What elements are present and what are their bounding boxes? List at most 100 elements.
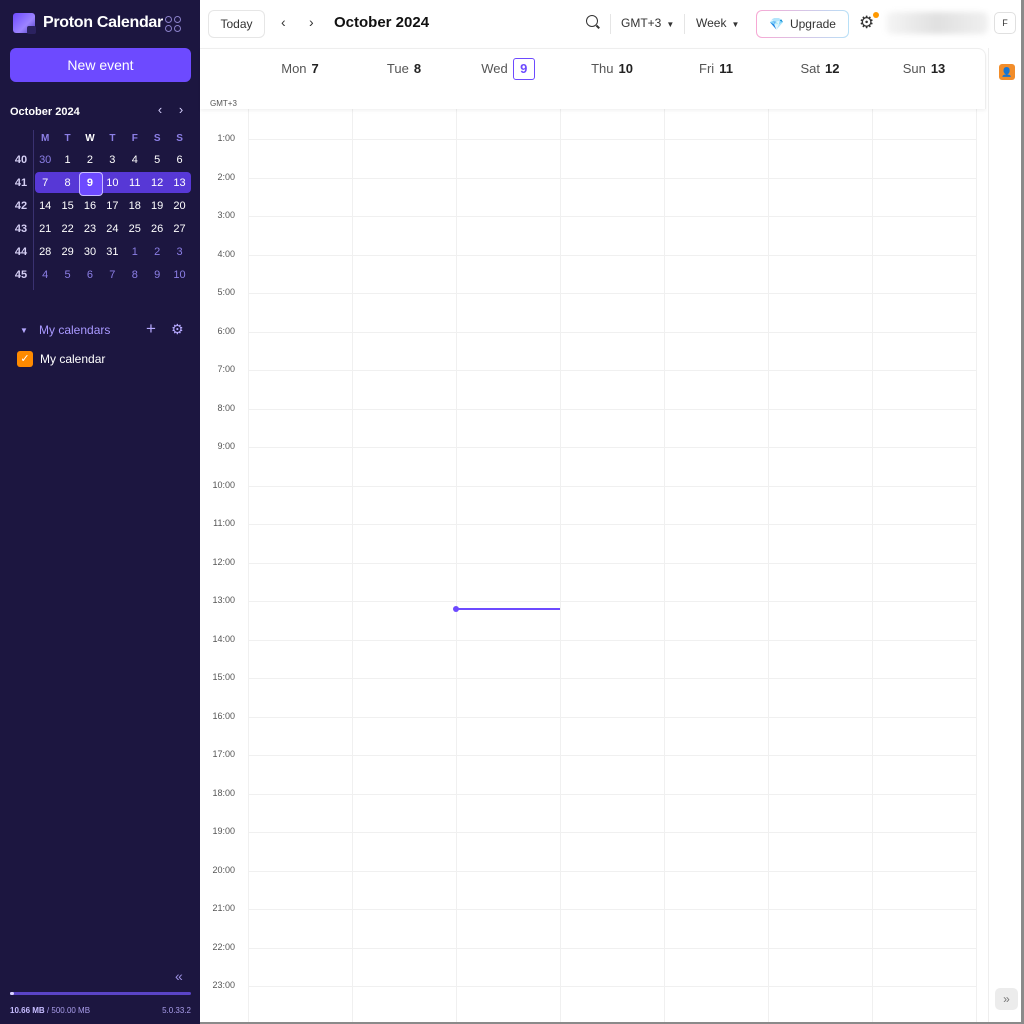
day-header[interactable]: Sun 13 xyxy=(872,58,976,80)
mini-calendar-day[interactable]: 2 xyxy=(146,242,168,262)
mini-calendar-day[interactable]: 16 xyxy=(79,196,101,216)
calendar-checkbox-icon[interactable]: ✓ xyxy=(17,351,33,367)
mini-calendar-day[interactable]: 6 xyxy=(79,265,101,285)
day-header[interactable]: Wed 9 xyxy=(456,58,560,80)
upgrade-button[interactable]: 💎 Upgrade xyxy=(756,10,849,38)
right-rail: 👤 » xyxy=(988,48,1024,1024)
day-header[interactable]: Mon 7 xyxy=(248,58,352,80)
mini-calendar-day[interactable]: 19 xyxy=(146,196,168,216)
apps-grid-icon[interactable] xyxy=(165,16,181,32)
day-header[interactable]: Sat 12 xyxy=(768,58,872,80)
day-name: Sat xyxy=(800,61,821,76)
hour-label: 2:00 xyxy=(217,171,235,182)
avatar[interactable]: F xyxy=(994,12,1016,34)
hour-line xyxy=(248,485,977,487)
mini-calendar-day[interactable]: 10 xyxy=(168,265,190,285)
view-value: Week xyxy=(696,16,727,30)
mini-calendar-day[interactable]: 7 xyxy=(101,265,123,285)
day-header[interactable]: Tue 8 xyxy=(352,58,456,80)
my-calendars-header[interactable]: ▼ My calendars + ⚙ xyxy=(20,319,190,339)
mini-calendar-day[interactable]: 12 xyxy=(146,173,168,193)
mini-calendar-day[interactable]: 4 xyxy=(124,150,146,170)
week-grid[interactable]: 1:00 2:00 3:00 4:00 5:00 6:00 7:00 8:00 9:00 10:0… xyxy=(200,109,988,1024)
previous-week-icon[interactable]: ‹ xyxy=(281,14,286,30)
timezone-select[interactable]: GMT+3 ▼ xyxy=(621,16,674,30)
storage-progress-bar xyxy=(10,992,191,995)
logo[interactable]: Proton Calendar xyxy=(13,13,163,34)
mini-calendar-day[interactable]: 21 xyxy=(34,219,56,239)
mini-calendar-day[interactable]: 4 xyxy=(34,265,56,285)
day-column-divider xyxy=(768,109,769,1024)
today-button[interactable]: Today xyxy=(208,10,265,38)
mini-calendar-day[interactable]: 11 xyxy=(124,173,146,193)
mini-calendar-day[interactable]: 8 xyxy=(56,173,78,193)
day-column-divider xyxy=(456,109,457,1024)
caret-down-icon: ▼ xyxy=(666,20,675,29)
mini-calendar-day[interactable]: 3 xyxy=(168,242,190,262)
mini-calendar-day[interactable]: 26 xyxy=(146,219,168,239)
mini-calendar-day[interactable]: 28 xyxy=(34,242,56,262)
mini-calendar-day[interactable]: 30 xyxy=(79,242,101,262)
mini-calendar-day[interactable]: 3 xyxy=(101,150,123,170)
new-event-button[interactable]: New event xyxy=(10,48,191,82)
mini-calendar-day[interactable]: 9 xyxy=(146,265,168,285)
mini-calendar-day[interactable]: 2 xyxy=(79,150,101,170)
mini-calendar-day[interactable]: 14 xyxy=(34,196,56,216)
mini-calendar-week-row: 42 14 15 16 17 18 19 20 xyxy=(8,194,194,217)
mini-calendar-day[interactable]: 30 xyxy=(34,150,56,170)
caret-down-icon[interactable]: ▼ xyxy=(20,326,32,335)
hour-line xyxy=(248,909,977,910)
mini-calendar-day[interactable]: 24 xyxy=(101,219,123,239)
mini-calendar-day[interactable]: 15 xyxy=(56,196,78,216)
collapse-sidebar-icon[interactable]: « xyxy=(175,968,183,984)
day-header[interactable]: Thu 10 xyxy=(560,58,664,80)
mini-calendar-day[interactable]: 22 xyxy=(56,219,78,239)
mini-calendar-day[interactable]: 5 xyxy=(56,265,78,285)
hour-line xyxy=(248,177,977,179)
add-calendar-icon[interactable]: + xyxy=(146,319,156,339)
mini-calendar-day[interactable]: 27 xyxy=(168,219,190,239)
mini-calendar-day[interactable]: 8 xyxy=(124,265,146,285)
mini-calendar-prev-icon[interactable]: ‹ xyxy=(153,102,167,117)
caret-down-icon: ▼ xyxy=(731,20,740,29)
mini-calendar: MTWTFSS 40 30 1 2 3 4 5 6 41 7 8 9 10 11 12 13 42 14 15 16 1… xyxy=(8,128,194,286)
mini-calendar-day[interactable]: 25 xyxy=(124,219,146,239)
next-week-icon[interactable]: › xyxy=(309,14,314,30)
mini-calendar-day[interactable]: 23 xyxy=(79,219,101,239)
mini-calendar-day[interactable]: 29 xyxy=(56,242,78,262)
mini-calendar-next-icon[interactable]: › xyxy=(174,102,188,117)
mini-calendar-day[interactable]: 31 xyxy=(101,242,123,262)
mini-calendar-day[interactable]: 9 xyxy=(78,171,104,196)
mini-calendar-day[interactable]: 10 xyxy=(101,173,123,193)
settings-gear-icon[interactable]: ⚙ xyxy=(859,13,874,33)
calendar-settings-icon[interactable]: ⚙ xyxy=(171,321,184,338)
expand-rail-icon[interactable]: » xyxy=(995,988,1018,1010)
user-info-redacted[interactable] xyxy=(886,12,988,34)
my-calendars-title[interactable]: My calendars xyxy=(39,323,110,337)
day-number: 13 xyxy=(930,61,946,76)
mini-calendar-day[interactable]: 1 xyxy=(124,242,146,262)
search-icon[interactable] xyxy=(586,15,598,27)
hour-line xyxy=(248,716,977,718)
mini-calendar-day[interactable]: 6 xyxy=(168,150,190,170)
mini-calendar-day[interactable]: 20 xyxy=(168,196,190,216)
day-column-divider xyxy=(664,109,665,1024)
hour-label: 5:00 xyxy=(217,287,235,297)
hour-line xyxy=(248,370,977,371)
hour-label: 19:00 xyxy=(212,826,235,836)
day-column-divider xyxy=(352,109,353,1024)
contacts-icon[interactable]: 👤 xyxy=(999,64,1015,80)
hour-label: 17:00 xyxy=(212,749,235,759)
calendar-item[interactable]: ✓ My calendar xyxy=(17,351,105,367)
mini-calendar-day[interactable]: 5 xyxy=(146,150,168,170)
mini-calendar-day[interactable]: 13 xyxy=(168,173,190,193)
mini-calendar-week-row: 45 4 5 6 7 8 9 10 xyxy=(8,263,194,286)
mini-calendar-day[interactable]: 18 xyxy=(124,196,146,216)
view-select[interactable]: Week ▼ xyxy=(696,16,739,30)
mini-calendar-day[interactable]: 17 xyxy=(101,196,123,216)
mini-calendar-day[interactable]: 1 xyxy=(56,150,78,170)
storage-progress-fill xyxy=(10,992,14,995)
day-header[interactable]: Fri 11 xyxy=(664,58,768,80)
mini-calendar-dow: T xyxy=(109,132,116,144)
mini-calendar-day[interactable]: 7 xyxy=(34,173,56,193)
